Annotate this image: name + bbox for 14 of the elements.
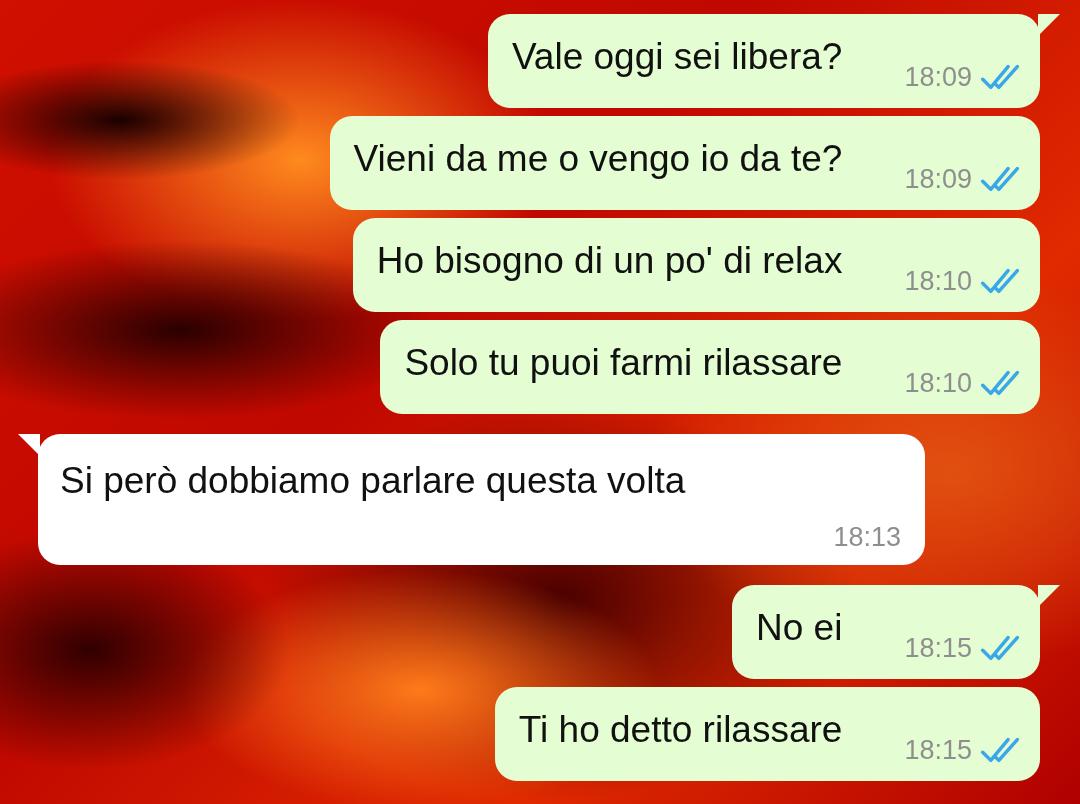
message-text: Ti ho detto rilassare: [518, 708, 843, 751]
message-text: Si però dobbiamo parlare questa volta: [60, 460, 687, 502]
message-time: 18:15: [904, 632, 972, 664]
message-text: Vieni da me o vengo io da te?: [353, 137, 843, 180]
message-time: 18:09: [904, 163, 972, 195]
message-text: Vale oggi sei libera?: [511, 35, 843, 78]
message-time: 18:13: [833, 522, 901, 553]
message-text: No ei: [756, 606, 843, 649]
message-time: 18:10: [904, 367, 972, 399]
message-time: 18:10: [904, 265, 972, 297]
message-time: 18:15: [904, 734, 972, 766]
message-text: Solo tu puoi farmi rilassare: [404, 341, 843, 384]
message-text: Ho bisogno di un po' di relax: [376, 239, 843, 282]
message-time: 18:09: [904, 61, 972, 93]
